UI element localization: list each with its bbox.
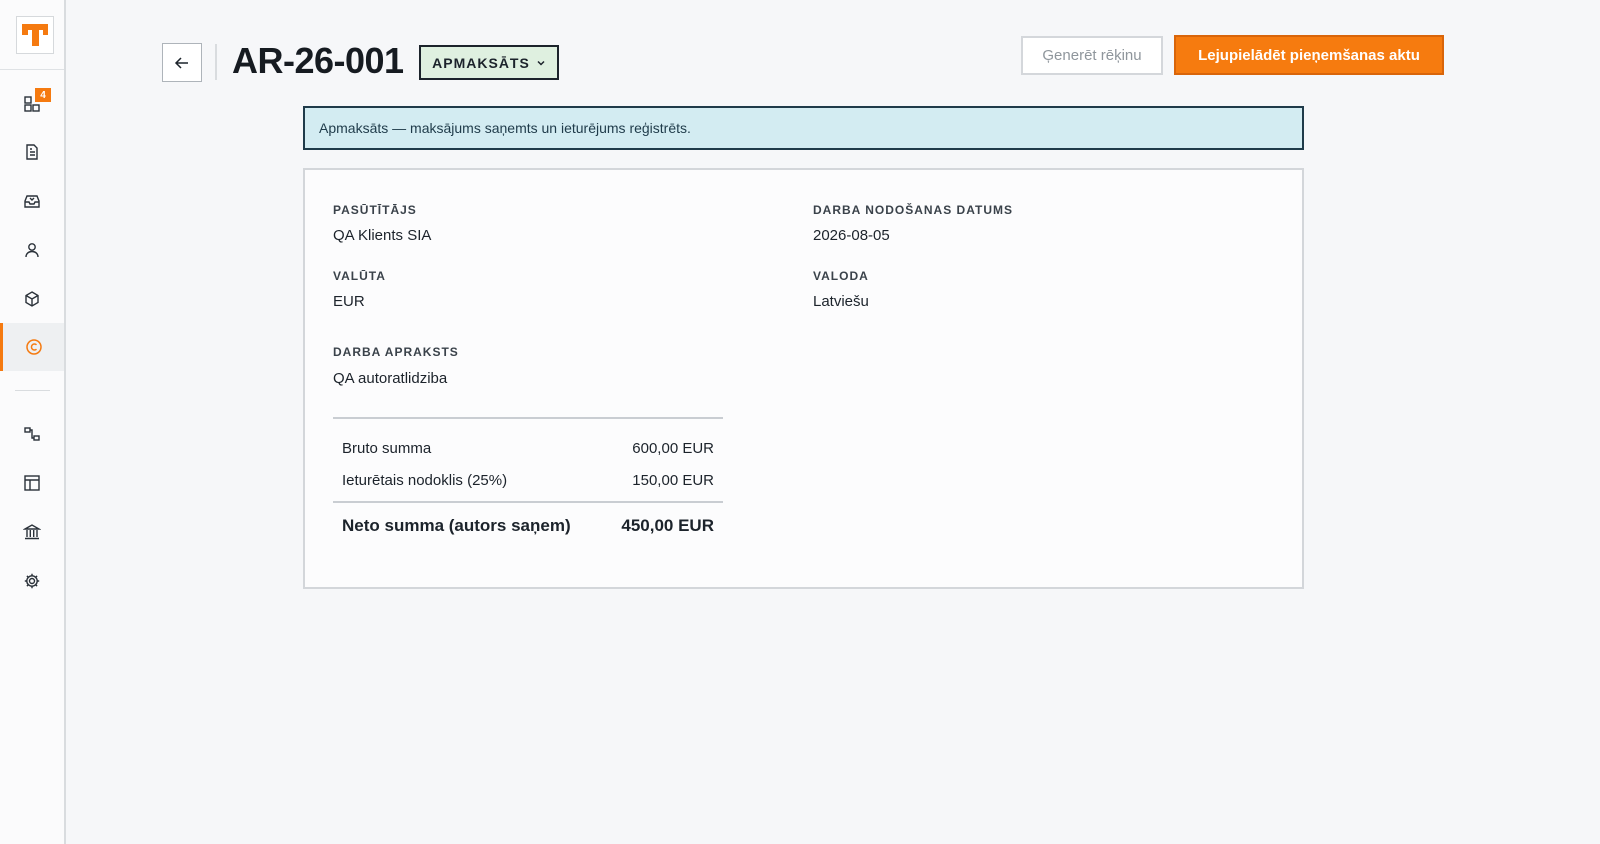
status-label: APMAKSĀTS [432, 54, 530, 71]
box-icon [25, 291, 39, 307]
net-row: Neto summa (autors saņem) 450,00 EUR [342, 516, 714, 536]
net-label: Neto summa (autors saņem) [342, 516, 571, 535]
title-separator [215, 44, 217, 80]
document-icon [26, 144, 38, 160]
gross-value: 600,00 EUR [632, 440, 714, 457]
sidebar-item-relations[interactable] [0, 410, 64, 458]
tax-label: Ieturētais nodoklis (25%) [342, 472, 508, 489]
inbox-icon [24, 195, 40, 208]
currency-value: EUR [333, 293, 365, 310]
sidebar-item-settings[interactable] [0, 557, 64, 605]
client-value: QA Klients SIA [333, 227, 432, 244]
description-value: QA autoratlidziba [333, 370, 448, 387]
gross-row: Bruto summa 600,00 EUR [342, 440, 714, 457]
sidebar-divider [15, 390, 50, 391]
user-icon [25, 243, 39, 258]
delivery-date-label: DARBA NODOŠANAS DATUMS [813, 203, 1013, 217]
details-card: PASŪTĪTĀJS QA Klients SIA DARBA NODOŠANA… [303, 168, 1304, 589]
tax-value: 150,00 EUR [632, 472, 714, 489]
chevron-down-icon [537, 60, 545, 66]
settings-icon [24, 573, 40, 589]
layout-icon [24, 475, 40, 491]
summary-divider [333, 501, 723, 503]
sidebar-item-bank[interactable] [0, 508, 64, 556]
sidebar-item-documents[interactable] [0, 128, 64, 176]
sidebar-item-dashboard[interactable]: 4 [0, 80, 64, 128]
download-acceptance-act-button[interactable]: Lejupielādēt pieņemšanas aktu [1174, 35, 1444, 75]
bank-icon [23, 524, 41, 540]
tax-row: Ieturētais nodoklis (25%) 150,00 EUR [342, 472, 714, 489]
status-banner: Apmaksāts — maksājums saņemts un ieturēj… [303, 106, 1304, 150]
currency-label: VALŪTA [333, 269, 386, 283]
page-title: AR-26-001 [232, 40, 404, 81]
generate-invoice-button[interactable]: Ģenerēt rēķinu [1021, 36, 1163, 75]
status-banner-text: Apmaksāts — maksājums saņemts un ieturēj… [319, 120, 691, 136]
summary-divider [333, 417, 723, 419]
net-value: 450,00 EUR [621, 516, 714, 535]
notification-badge: 4 [35, 88, 51, 102]
back-button[interactable] [162, 43, 202, 82]
sidebar-item-products[interactable] [0, 275, 64, 323]
delivery-date-value: 2026-08-05 [813, 227, 890, 244]
app-logo[interactable] [16, 16, 54, 54]
sidebar-divider [0, 69, 64, 70]
sidebar: 4 [0, 0, 66, 844]
sidebar-item-royalties[interactable] [0, 323, 64, 371]
sidebar-item-users[interactable] [0, 226, 64, 274]
sidebar-item-templates[interactable] [0, 459, 64, 507]
sidebar-item-inbox[interactable] [0, 177, 64, 225]
gross-label: Bruto summa [342, 440, 432, 457]
description-label: DARBA APRAKSTS [333, 345, 459, 359]
arrow-left-icon [174, 56, 188, 69]
language-label: VALODA [813, 269, 869, 283]
language-value: Latviešu [813, 293, 869, 310]
copyright-icon [25, 339, 42, 355]
relations-icon [24, 427, 40, 441]
status-dropdown[interactable]: APMAKSĀTS [419, 45, 559, 80]
client-label: PASŪTĪTĀJS [333, 203, 417, 217]
